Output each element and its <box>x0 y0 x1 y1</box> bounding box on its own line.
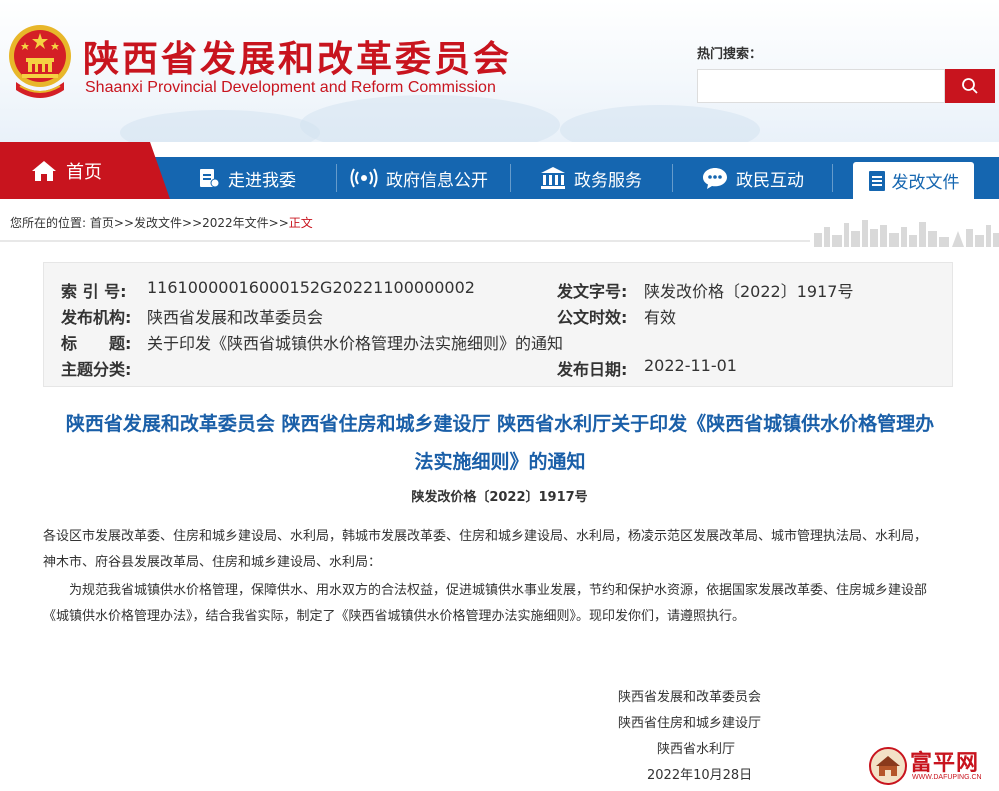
meta-index-value: 11610000016000152G20221100000002 <box>147 278 475 297</box>
meta-docno-value: 陕发改价格〔2022〕1917号 <box>644 282 854 301</box>
meta-index-label: 索 引 号: <box>61 282 127 301</box>
watermark-domain: WWW.DAFUPING.CN <box>912 774 982 781</box>
meta-docno-label: 发文字号: <box>557 282 628 301</box>
breadcrumb-separator: >> <box>268 216 289 230</box>
document-meta-panel: 索 引 号: 11610000016000152G20221100000002 … <box>43 262 953 387</box>
meta-topic-label: 主题分类: <box>61 360 132 379</box>
main-nav: 首页 走进我委 政府信息公开 政务服务 政民互动 发改文件 <box>0 142 999 199</box>
broadcast-icon <box>350 168 378 188</box>
breadcrumb: 您所在的位置: 首页>>发改文件>>2022年文件>>正文 <box>10 214 313 231</box>
article-title: 陕西省发展和改革委员会 陕西省住房和城乡建设厅 陕西省水利厅关于印发《陕西省城镇… <box>40 405 960 481</box>
nav-item-about[interactable]: 走进我委 <box>198 157 296 199</box>
nav-item-interaction[interactable]: 政民互动 <box>702 157 804 199</box>
nav-divider <box>510 164 511 192</box>
home-icon <box>32 160 56 181</box>
nav-item-label: 走进我委 <box>228 170 296 191</box>
paragraph-line: 《城镇供水价格管理办法》，结合我省实际，制定了《陕西省城镇供水价格管理办法实施细… <box>43 609 746 624</box>
article-title-line: 陕西省发展和改革委员会 陕西省住房和城乡建设厅 陕西省水利厅关于印发《陕西省城镇… <box>65 413 935 435</box>
breadcrumb-year[interactable]: 2022年文件 <box>202 216 269 230</box>
nav-item-documents[interactable]: 发改文件 <box>853 162 974 199</box>
nav-item-services[interactable]: 政务服务 <box>540 157 642 199</box>
breadcrumb-prefix: 您所在的位置: <box>10 216 87 230</box>
watermark-logo-icon <box>869 747 907 785</box>
breadcrumb-separator: >> <box>113 216 134 230</box>
breadcrumb-documents[interactable]: 发改文件 <box>134 216 182 230</box>
watermark-text: 富平网 <box>910 751 980 776</box>
nav-item-label: 发改文件 <box>891 173 960 193</box>
breadcrumb-home[interactable]: 首页 <box>90 216 114 230</box>
document-person-icon <box>200 169 220 188</box>
meta-date-label: 发布日期: <box>557 360 628 379</box>
paragraph-line: 为规范我省城镇供水价格管理，保障供水、用水双方的合法权益，促进城镇供水事业发展，… <box>69 583 928 598</box>
signature-org-3: 陕西省水利厅 <box>657 742 736 757</box>
breadcrumb-current: 正文 <box>288 216 313 230</box>
meta-org-value: 陕西省发展和改革委员会 <box>147 308 324 327</box>
signature-org-2: 陕西省住房和城乡建设厅 <box>618 716 762 731</box>
article-paragraph: 为规范我省城镇供水价格管理，保障供水、用水双方的合法权益，促进城镇供水事业发展，… <box>43 578 955 630</box>
article-doc-number: 陕发改价格〔2022〕1917号 <box>411 490 588 505</box>
meta-validity-value: 有效 <box>644 308 677 327</box>
nav-item-label: 政务服务 <box>574 170 642 191</box>
header-cloud <box>120 110 320 142</box>
article-recipients: 各设区市发展改革委、住房和城乡建设局、水利局，韩城市发展改革委、住房和城乡建设局… <box>43 524 955 576</box>
nav-divider <box>832 164 833 192</box>
government-building-icon <box>541 167 565 189</box>
header-cloud <box>560 105 760 142</box>
nav-item-label: 政民互动 <box>736 170 804 191</box>
site-title-english: Shaanxi Provincial Development and Refor… <box>85 79 496 96</box>
recipients-line: 各设区市发展改革委、住房和城乡建设局、水利局，韩城市发展改革委、住房和城乡建设局… <box>43 529 928 544</box>
nav-item-label: 政府信息公开 <box>386 170 488 191</box>
breadcrumb-separator: >> <box>182 216 203 230</box>
signature-org-1: 陕西省发展和改革委员会 <box>618 690 762 705</box>
chat-bubble-icon <box>703 168 727 189</box>
nav-home[interactable]: 首页 <box>0 142 170 199</box>
nav-divider <box>672 164 673 192</box>
city-skyline-decoration <box>814 220 999 247</box>
document-icon <box>868 170 885 191</box>
national-emblem-icon <box>9 25 71 98</box>
meta-title-label: 标 题: <box>61 334 132 353</box>
hot-search-label: 热门搜索： <box>697 47 763 62</box>
search-button[interactable] <box>945 69 995 103</box>
search-icon <box>962 78 978 94</box>
site-title: 陕西省发展和改革委员会 <box>83 39 513 80</box>
nav-divider <box>336 164 337 192</box>
meta-org-label: 发布机构: <box>61 308 132 327</box>
site-header: 陕西省发展和改革委员会 Shaanxi Provincial Developme… <box>0 0 999 142</box>
nav-home-label: 首页 <box>66 161 102 183</box>
site-watermark: 富平网 WWW.DAFUPING.CN <box>866 745 996 787</box>
meta-date-value: 2022-11-01 <box>644 356 737 375</box>
signature-date: 2022年10月28日 <box>647 768 753 783</box>
recipients-line: 神木市、府谷县发展改革局、住房和城乡建设局、水利局： <box>43 555 382 570</box>
header-cloud <box>300 95 560 142</box>
nav-item-info-disclosure[interactable]: 政府信息公开 <box>350 157 488 199</box>
meta-title-value: 关于印发《陕西省城镇供水价格管理办法实施细则》的通知 <box>147 334 564 353</box>
article-title-line: 法实施细则》的通知 <box>414 451 586 473</box>
search-input[interactable] <box>697 69 945 103</box>
breadcrumb-divider <box>0 240 810 242</box>
meta-validity-label: 公文时效: <box>557 308 628 327</box>
